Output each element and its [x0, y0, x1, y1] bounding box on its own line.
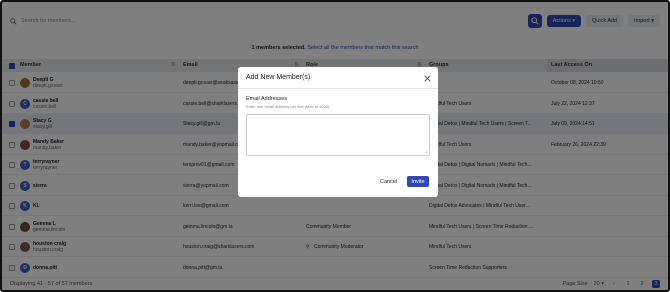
app-frame: Search for members... Actions ▾ Quick Ad… — [0, 0, 670, 292]
cancel-button[interactable]: Cancel — [380, 179, 397, 185]
email-addresses-help: Enter one email address per line (Max of… — [246, 104, 330, 109]
email-addresses-label: Email Addresses — [246, 96, 287, 102]
dialog-title: Add New Member(s) — [246, 74, 311, 81]
add-member-dialog: Add New Member(s) Email Addresses Enter … — [238, 67, 438, 197]
dialog-divider — [238, 88, 438, 89]
close-icon[interactable] — [424, 75, 431, 82]
resize-handle-icon[interactable] — [423, 149, 428, 154]
invite-button[interactable]: Invite — [407, 176, 429, 187]
email-addresses-textarea[interactable] — [246, 114, 430, 156]
